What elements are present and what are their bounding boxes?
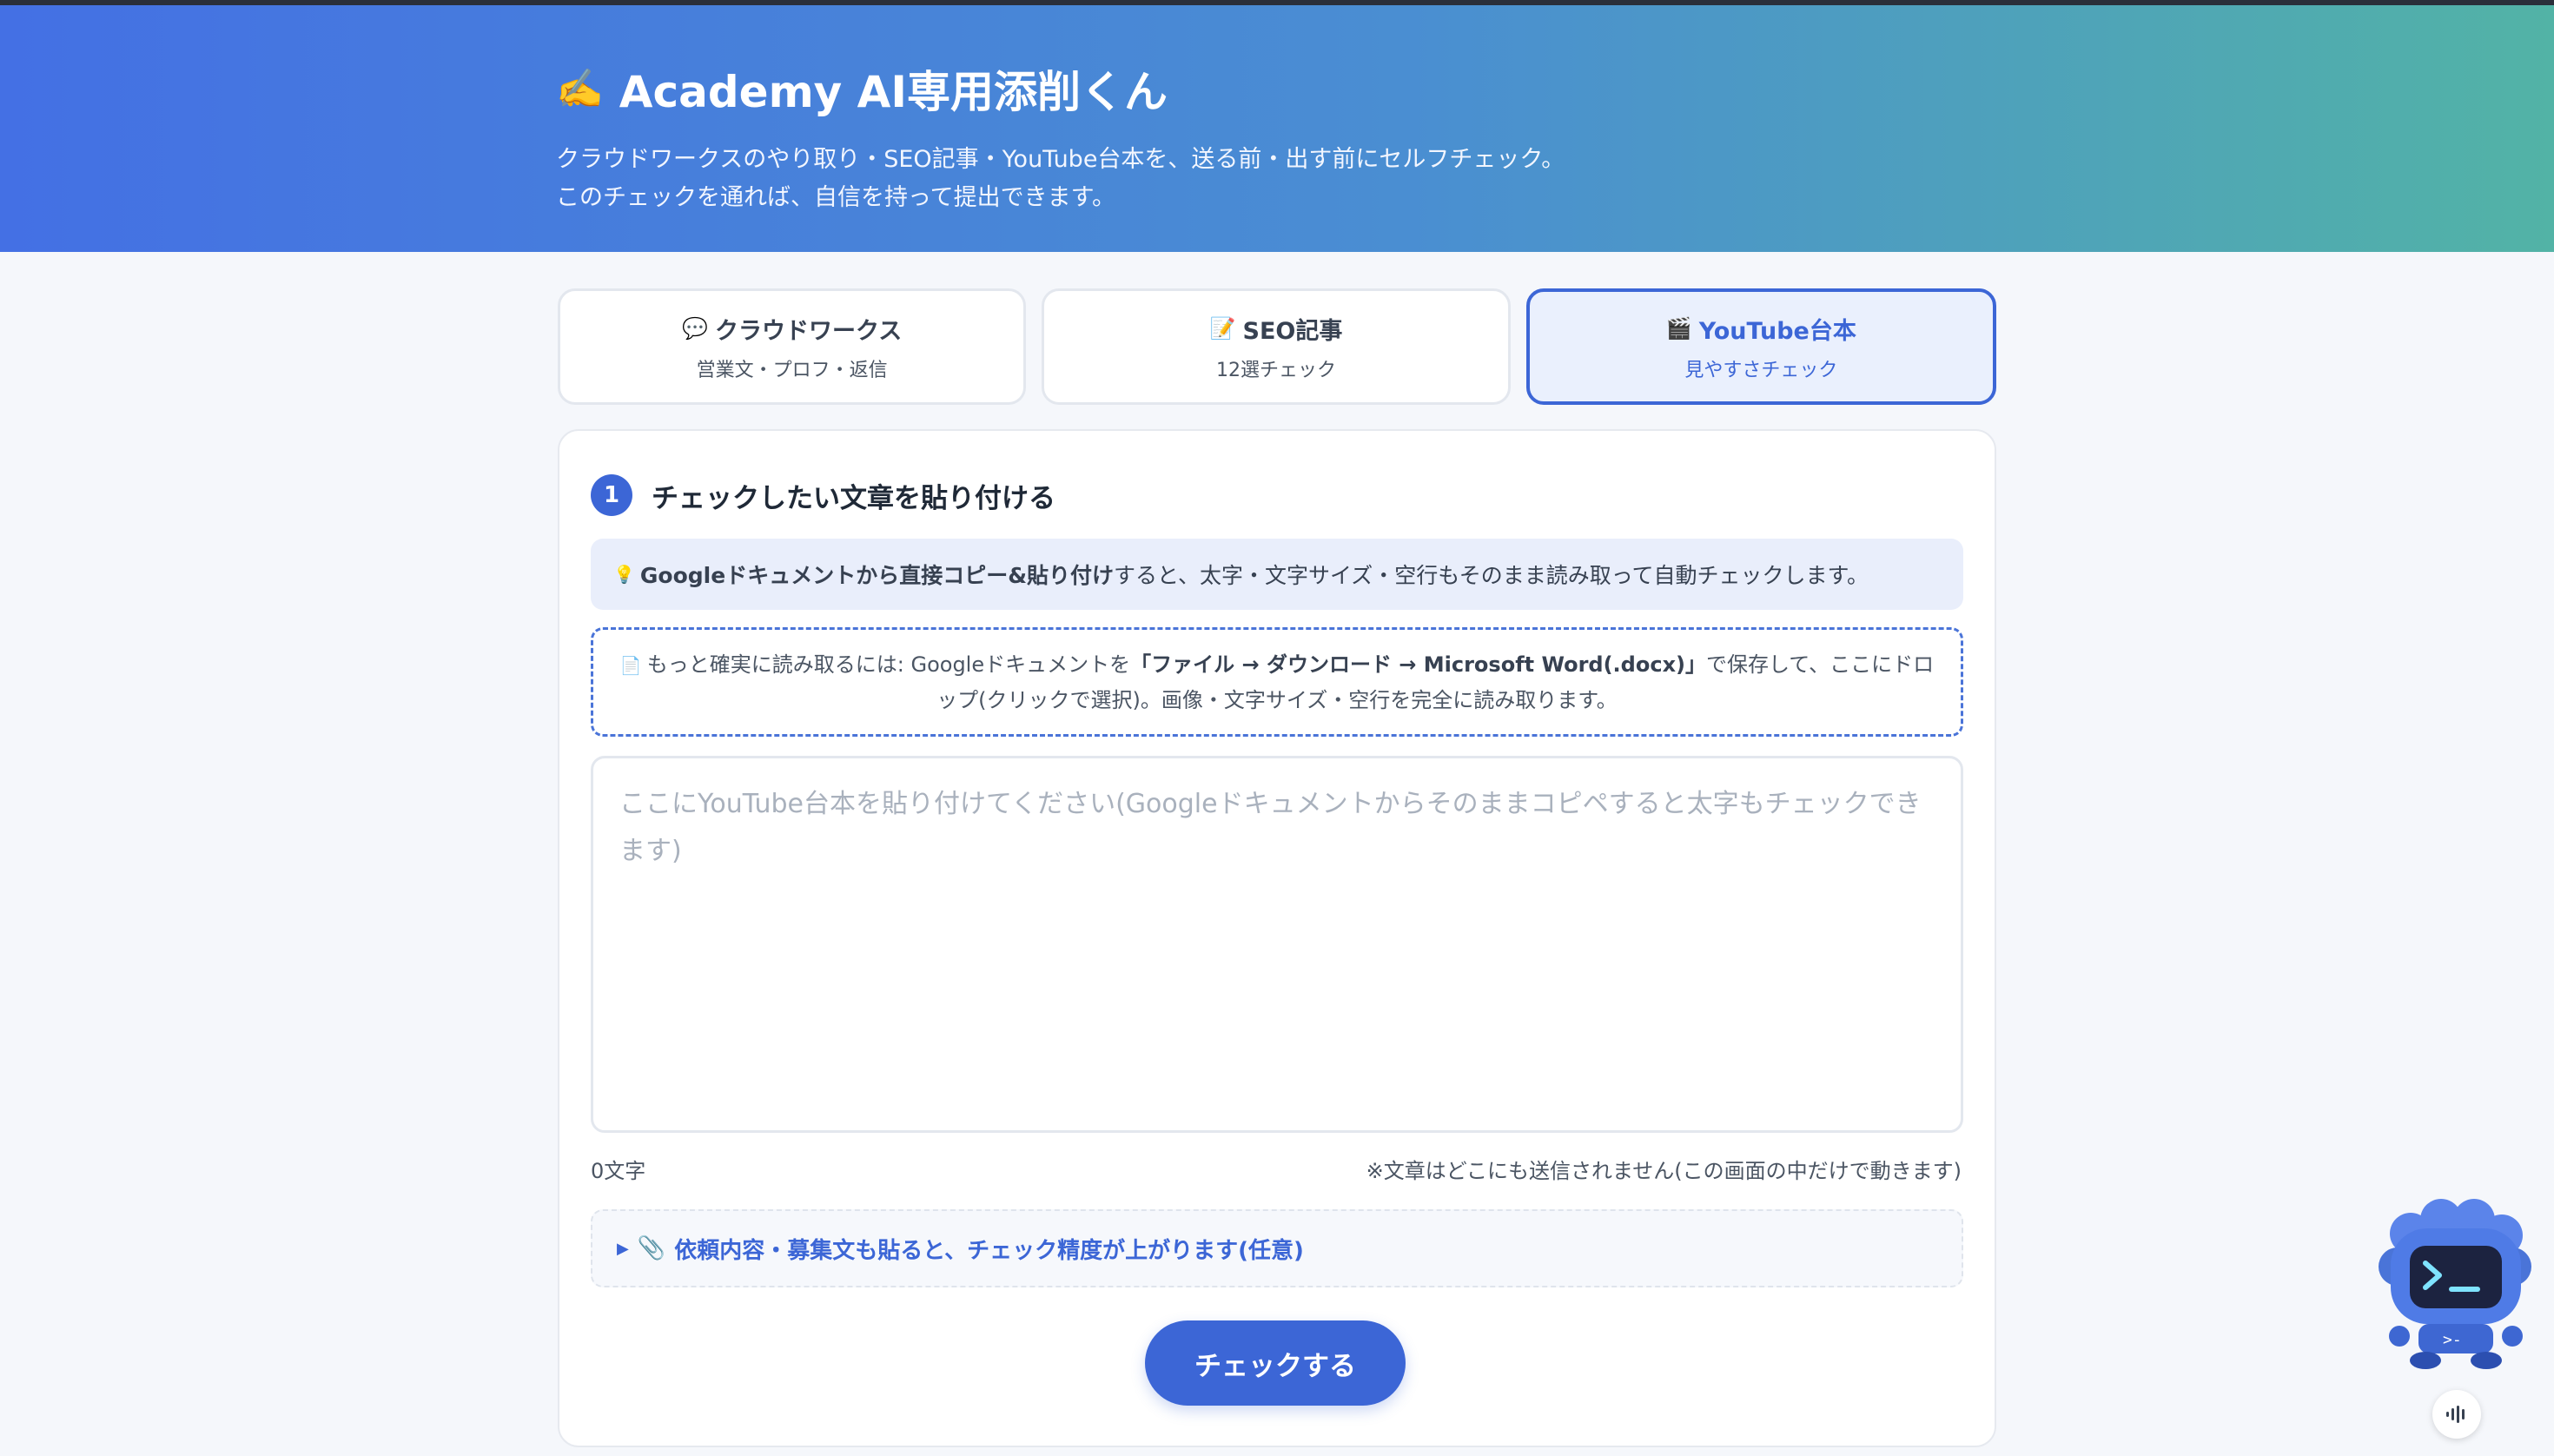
input-card: 1 チェックしたい文章を貼り付ける 💡 Googleドキュメントから直接コピー&…: [558, 429, 1996, 1447]
mode-tabs: 💬 クラウドワークス 営業文・プロフ・返信 📝 SEO記事 12選チェック 🎬 …: [558, 288, 1996, 405]
tab-seo-article[interactable]: 📝 SEO記事 12選チェック: [1042, 288, 1511, 405]
clapperboard-icon: 🎬: [1665, 316, 1692, 341]
tab-label: YouTube台本: [1698, 317, 1856, 345]
tip-text: すると、太字・文字サイズ・空行もそのまま読み取って自動チェックします。: [1114, 563, 1869, 588]
step-heading: 1 チェックしたい文章を貼り付ける: [591, 474, 1055, 516]
memo-icon: 📝: [1209, 316, 1236, 341]
script-textarea[interactable]: [591, 756, 1963, 1133]
step-title: チェックしたい文章を貼り付ける: [652, 482, 1055, 514]
lightbulb-icon: 💡: [613, 564, 635, 585]
subtitle-line-1: クラウドワークスのやり取り・SEO記事・YouTube台本を、送る前・出す前にセ…: [556, 146, 1565, 173]
tab-sublabel: 見やすさチェック: [1684, 359, 1838, 381]
tab-crowdworks[interactable]: 💬 クラウドワークス 営業文・プロフ・返信: [558, 288, 1027, 405]
privacy-note: ※文章はどこにも送信されません(この画面の中だけで動きます): [1366, 1159, 1962, 1183]
app-title-text: Academy AI専用添削くん: [619, 67, 1168, 117]
writing-hand-icon: ✍️: [556, 67, 604, 111]
request-details-toggle[interactable]: ▶ 📎 依頼内容・募集文も貼ると、チェック精度が上がります(任意): [591, 1209, 1963, 1287]
tab-label: クラウドワークス: [715, 317, 903, 345]
dropzone-text-line-2: ップ(クリックで選択)。画像・文字サイズ・空行を完全に読み取ります。: [936, 687, 1618, 712]
app-title: ✍️ Academy AI専用添削くん: [556, 57, 1998, 120]
dropzone-text-bold: 「ファイル → ダウンロード → Microsoft Word(.docx)」: [1130, 652, 1707, 677]
app-subtitle: クラウドワークスのやり取り・SEO記事・YouTube台本を、送る前・出す前にセ…: [556, 141, 1998, 217]
paste-tip: 💡 Googleドキュメントから直接コピー&貼り付け すると、太字・文字サイズ・…: [591, 539, 1963, 610]
header-banner: ✍️ Academy AI専用添削くん クラウドワークスのやり取り・SEO記事・…: [0, 5, 2554, 252]
tab-sublabel: 営業文・プロフ・返信: [696, 359, 888, 381]
svg-text:>-: >-: [2443, 1331, 2462, 1349]
speech-bubble-icon: 💬: [682, 316, 708, 341]
disclosure-triangle-icon: ▶: [617, 1239, 629, 1258]
document-icon: 📄: [619, 654, 642, 676]
tab-sublabel: 12選チェック: [1215, 359, 1336, 381]
character-count: 0文字: [591, 1159, 646, 1183]
dropzone-text-post: で保存して、ここにドロ: [1706, 652, 1935, 677]
details-label: 依頼内容・募集文も貼ると、チェック精度が上がります(任意): [674, 1237, 1304, 1264]
subtitle-line-2: このチェックを通れば、自信を持って提出できます。: [556, 184, 1115, 211]
robot-mascot-icon[interactable]: >-: [2372, 1199, 2537, 1373]
step-number-badge: 1: [591, 474, 632, 516]
dropzone-text-pre: もっと確実に読み取るには: Googleドキュメントを: [646, 652, 1131, 677]
tab-label: SEO記事: [1242, 317, 1343, 345]
tab-youtube-script[interactable]: 🎬 YouTube台本 見やすさチェック: [1525, 288, 1996, 405]
docx-dropzone[interactable]: 📄 もっと確実に読み取るには: Googleドキュメントを「ファイル → ダウンロ…: [591, 627, 1963, 737]
tip-bold-text: Googleドキュメントから直接コピー&貼り付け: [639, 563, 1115, 588]
check-button[interactable]: チェックする: [1145, 1320, 1406, 1406]
paperclip-icon: 📎: [637, 1235, 666, 1261]
voice-wave-icon[interactable]: [2432, 1390, 2481, 1439]
